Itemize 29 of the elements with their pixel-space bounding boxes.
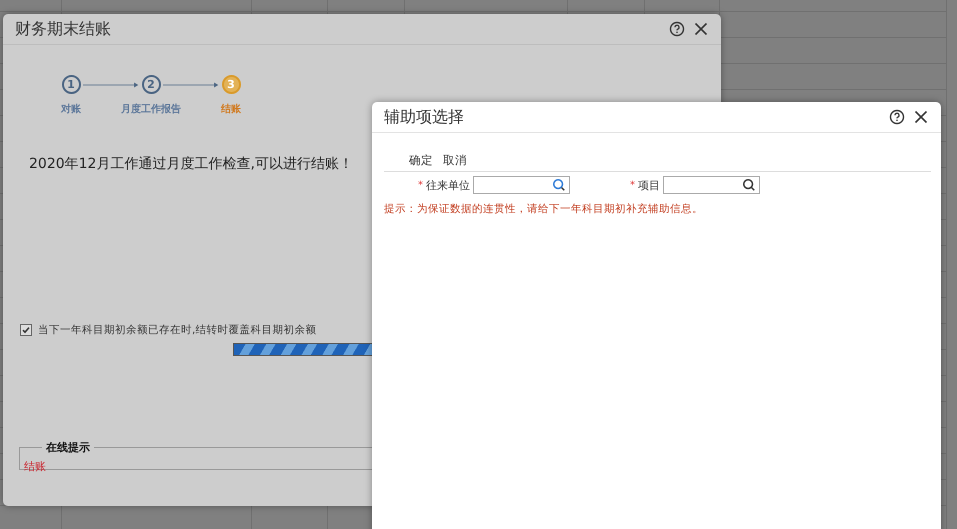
arrow-icon [163,80,219,90]
dialog-title: 辅助项选择 [384,106,464,128]
field-label: 往来单位 [426,178,470,192]
step-label: 结账 [221,102,241,116]
checkbox[interactable] [20,324,32,336]
help-icon[interactable] [669,21,685,37]
panel-legend: 在线提示 [42,440,94,455]
close-icon[interactable] [693,21,709,37]
step-label: 月度工作报告 [121,102,181,116]
required-mark: * [418,180,423,190]
step-label: 对账 [61,102,81,116]
search-icon[interactable] [742,178,756,192]
help-icon[interactable] [889,109,905,125]
required-mark: * [630,180,635,190]
toolbar-button[interactable]: 取消 [440,149,470,171]
dialog-title: 财务期末结账 [15,18,111,40]
status-message: 2020年12月工作通过月度工作检查,可以进行结账！ [29,155,353,173]
step-number: 3 [222,75,240,94]
step-number: 2 [142,75,160,94]
arrow-icon [83,80,139,90]
search-field[interactable] [473,176,570,194]
tip-text: 结账 [24,460,46,473]
field-label: 项目 [638,178,660,192]
close-icon[interactable] [913,109,929,125]
toolbar-button[interactable]: 确定 [406,149,436,171]
checkbox-label: 当下一年科目期初余额已存在时,结转时覆盖科目期初余额 [38,323,316,337]
search-field[interactable] [663,176,760,194]
hint-text: 提示：为保证数据的连贯性，请给下一年科目期初补充辅助信息。 [384,202,704,216]
step-number: 1 [62,75,80,94]
